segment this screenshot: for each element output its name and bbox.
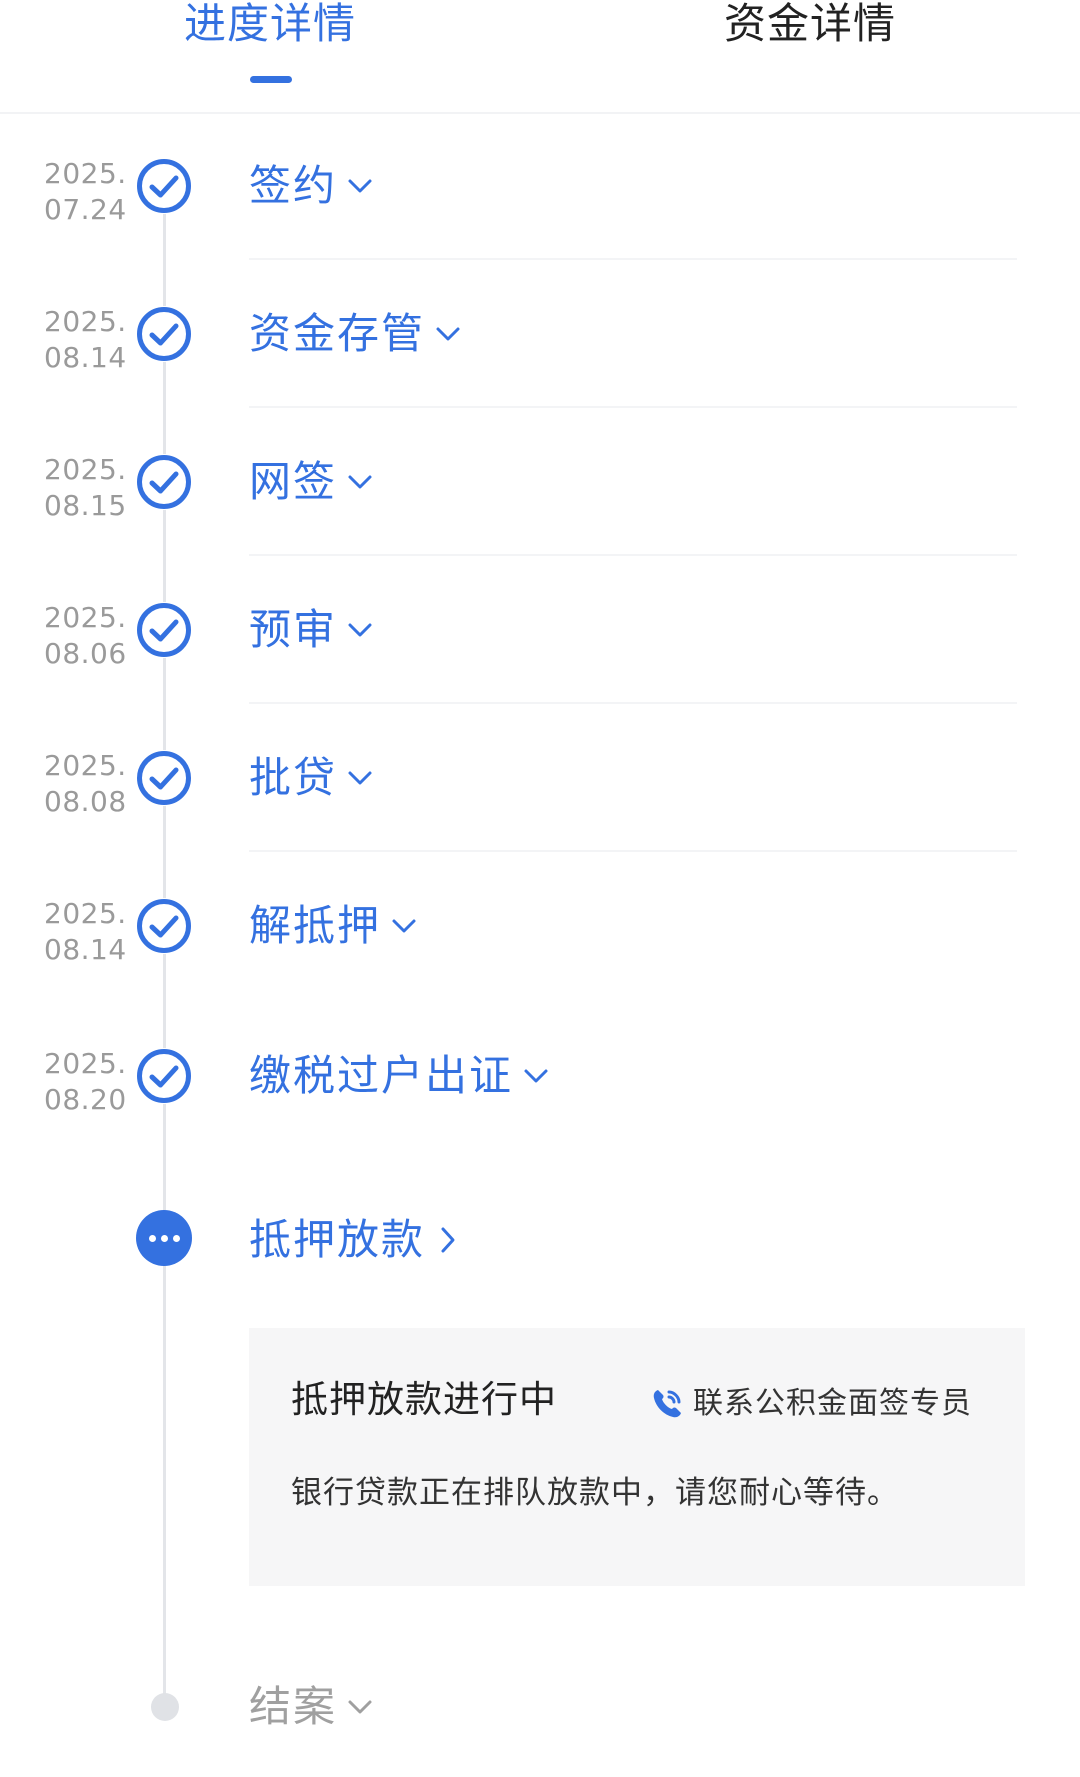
step-title-funds-custody[interactable]: 资金存管 — [249, 306, 461, 362]
step-date: 2025. 08.14 — [44, 897, 127, 966]
pending-dot-icon — [151, 1693, 179, 1721]
step-divider — [249, 258, 1017, 260]
step-date: 2025. 08.20 — [44, 1047, 127, 1116]
timeline-step-1: 2025. 07.24 签约 — [0, 156, 1080, 306]
timeline-step-7: 2025. 08.20 缴税过户出证 — [0, 1046, 1080, 1196]
status-card: 抵押放款进行中 联系公积金面签专员 银行贷款正在排队放款中，请您耐心等待。 — [249, 1328, 1025, 1586]
step-divider — [249, 406, 1017, 408]
step-divider — [249, 850, 1017, 852]
timeline-step-4: 2025. 08.06 预审 — [0, 600, 1080, 750]
timeline-step-5: 2025. 08.08 批贷 — [0, 748, 1080, 898]
tab-funds-details[interactable]: 资金详情 — [660, 0, 960, 48]
timeline-step-3: 2025. 08.15 网签 — [0, 452, 1080, 602]
step-date: 2025. 08.14 — [44, 305, 127, 374]
step-divider — [249, 702, 1017, 704]
active-tab-indicator — [250, 76, 292, 83]
chevron-down-icon — [391, 918, 417, 934]
more-dots-icon — [136, 1210, 192, 1266]
step-divider — [249, 554, 1017, 556]
step-title-tax-transfer-certificate[interactable]: 缴税过户出证 — [249, 1048, 549, 1104]
check-circle-icon — [136, 602, 192, 658]
contact-officer-link[interactable]: 联系公积金面签专员 — [649, 1386, 972, 1422]
check-circle-icon — [136, 306, 192, 362]
chevron-down-icon — [347, 178, 373, 194]
timeline-step-6: 2025. 08.14 解抵押 — [0, 896, 1080, 1046]
status-card-description: 银行贷款正在排队放款中，请您耐心等待。 — [291, 1475, 899, 1511]
chevron-down-icon — [435, 326, 461, 342]
step-title-pre-review[interactable]: 预审 — [249, 602, 373, 658]
step-title-mortgage-disbursement[interactable]: 抵押放款 — [249, 1212, 457, 1268]
step-title-release-mortgage[interactable]: 解抵押 — [249, 898, 417, 954]
check-circle-icon — [136, 454, 192, 510]
chevron-down-icon — [347, 1699, 373, 1715]
chevron-right-icon — [439, 1226, 457, 1254]
chevron-down-icon — [523, 1068, 549, 1084]
step-title-online-sign[interactable]: 网签 — [249, 454, 373, 510]
status-card-title: 抵押放款进行中 — [291, 1378, 557, 1421]
check-circle-icon — [136, 158, 192, 214]
chevron-down-icon — [347, 622, 373, 638]
chevron-down-icon — [347, 474, 373, 490]
check-circle-icon — [136, 898, 192, 954]
phone-icon — [649, 1386, 685, 1422]
step-date: 2025. 07.24 — [44, 157, 127, 226]
tab-bar: 进度详情 资金详情 — [0, 0, 1080, 114]
tab-progress-details[interactable]: 进度详情 — [120, 0, 420, 48]
check-circle-icon — [136, 1048, 192, 1104]
check-circle-icon — [136, 750, 192, 806]
contact-officer-label: 联系公积金面签专员 — [693, 1386, 972, 1421]
step-title-loan-approval[interactable]: 批贷 — [249, 750, 373, 806]
chevron-down-icon — [347, 770, 373, 786]
step-date: 2025. 08.08 — [44, 749, 127, 818]
step-title-case-closed[interactable]: 结案 — [249, 1679, 373, 1735]
step-title-sign-contract[interactable]: 签约 — [249, 158, 373, 214]
step-date: 2025. 08.15 — [44, 453, 127, 522]
timeline-step-2: 2025. 08.14 资金存管 — [0, 304, 1080, 454]
step-date: 2025. 08.06 — [44, 601, 127, 670]
